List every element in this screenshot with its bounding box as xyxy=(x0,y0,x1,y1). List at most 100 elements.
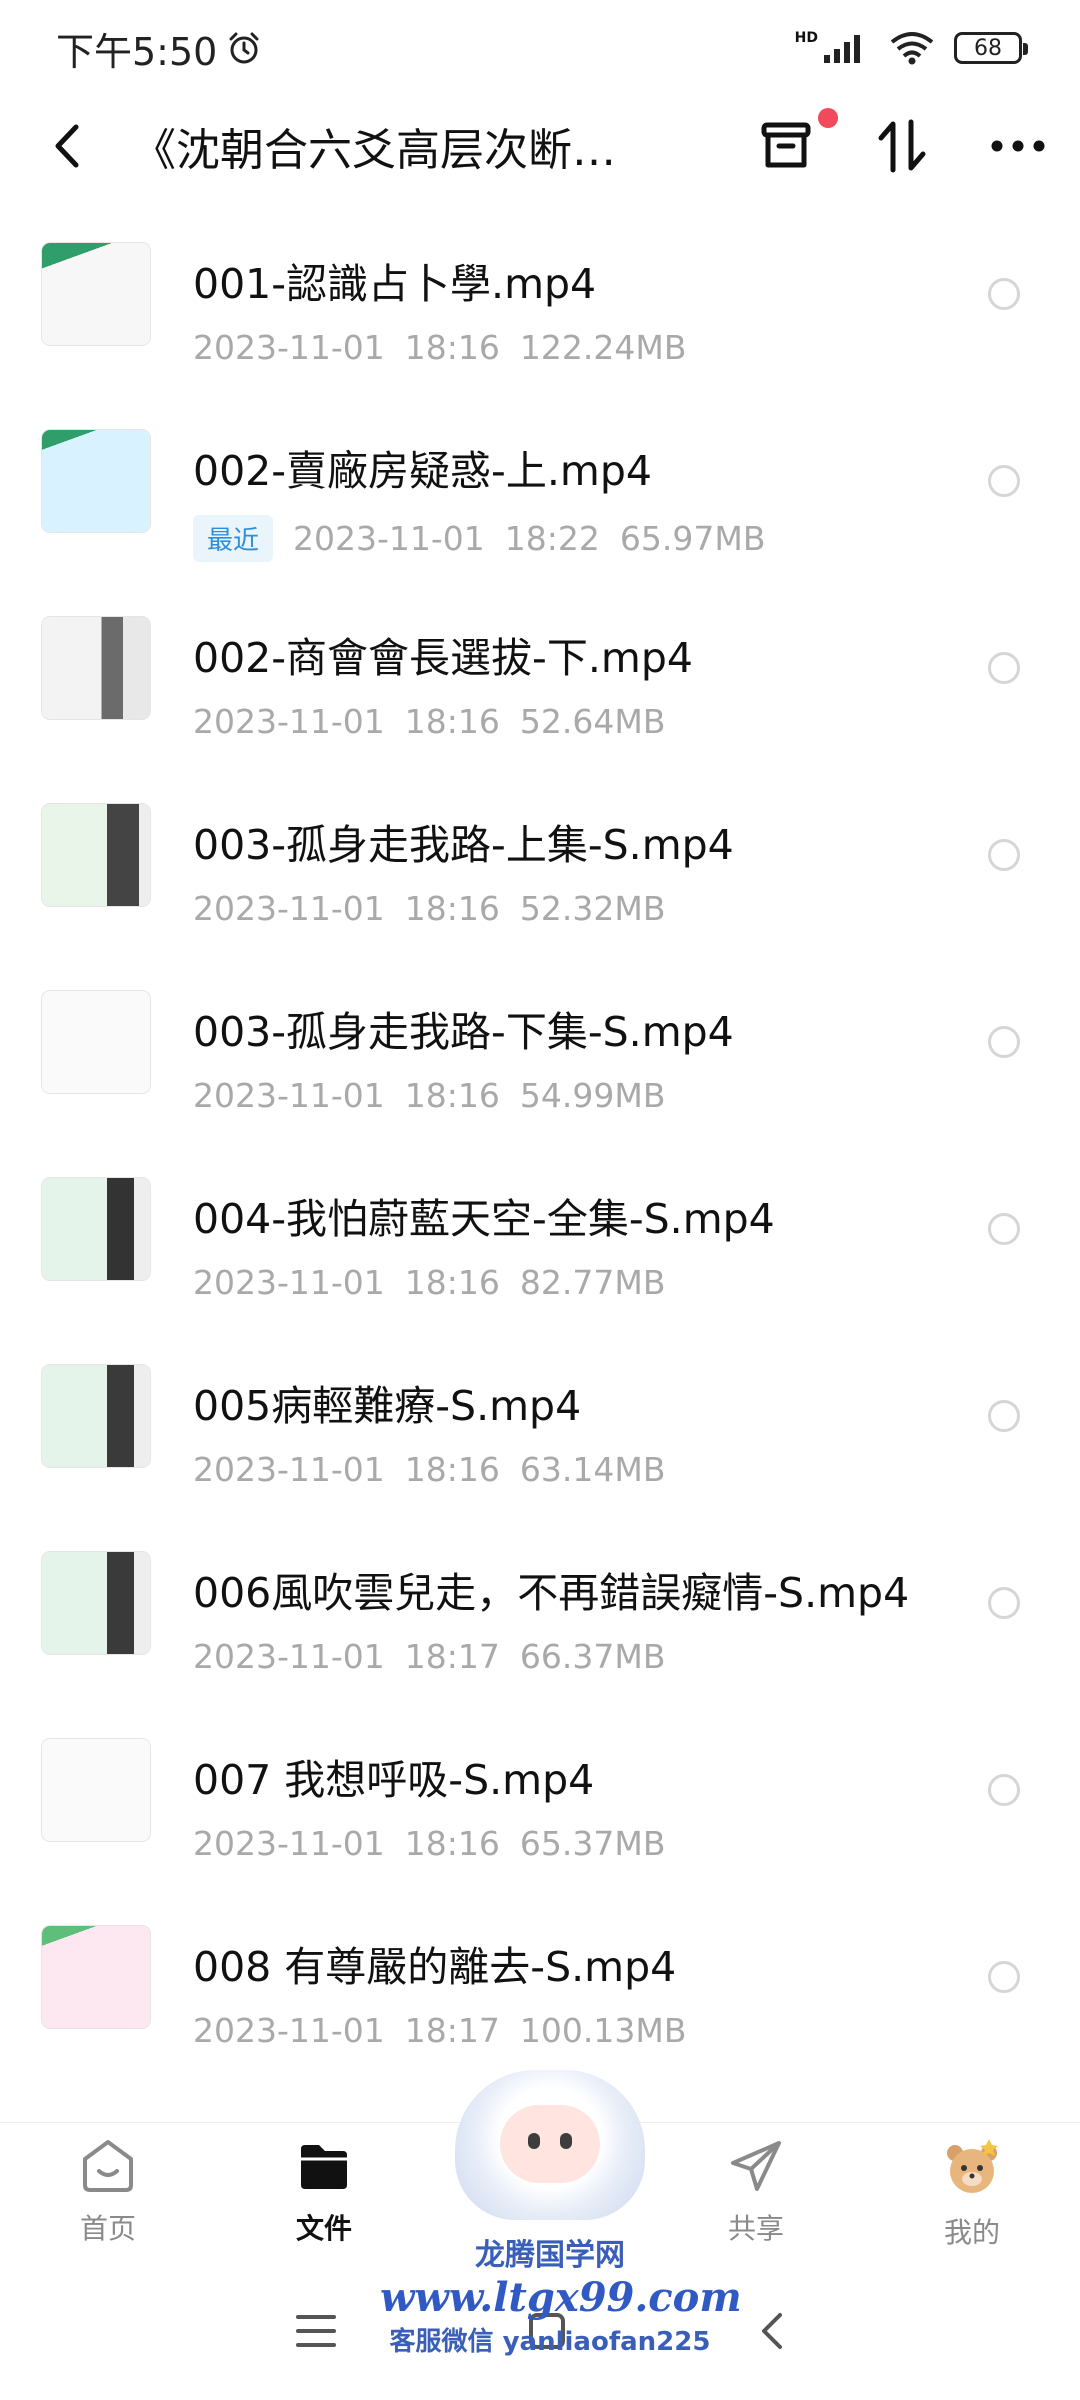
file-name: 002-商會會長選拔-下.mp4 xyxy=(193,634,693,682)
file-row[interactable]: 007 我想呼吸-S.mp4 2023-11-01 18:16 65.37MB xyxy=(0,1696,1080,1883)
file-date: 2023-11-01 xyxy=(193,328,385,367)
file-meta: 2023-11-01 18:16 122.24MB xyxy=(193,328,686,367)
select-radio[interactable] xyxy=(988,839,1020,871)
share-icon xyxy=(731,2141,781,2191)
file-time: 18:16 xyxy=(404,889,500,928)
video-thumbnail xyxy=(42,1551,150,1654)
top-actions xyxy=(754,96,1050,196)
file-info: 003-孤身走我路-上集-S.mp4 2023-11-01 18:16 52.32MB xyxy=(193,811,734,928)
select-radio[interactable] xyxy=(988,278,1020,310)
profile-bear-icon xyxy=(947,2139,998,2193)
video-thumbnail xyxy=(42,803,150,906)
file-row[interactable]: 005病輕難療-S.mp4 2023-11-01 18:16 63.14MB xyxy=(0,1322,1080,1509)
file-info: 006風吹雲兒走，不再錯誤癡情-S.mp4 2023-11-01 18:17 66.3… xyxy=(193,1559,909,1676)
nav-home[interactable]: 首页 xyxy=(28,2137,188,2247)
select-radio[interactable] xyxy=(988,1400,1020,1432)
video-thumbnail xyxy=(42,1177,150,1280)
video-thumbnail xyxy=(42,1925,150,2028)
file-row[interactable]: 004-我怕蔚藍天空-全集-S.mp4 2023-11-01 18:16 82.77M… xyxy=(0,1135,1080,1322)
select-radio[interactable] xyxy=(988,1026,1020,1058)
back-triangle-icon[interactable] xyxy=(756,2309,786,2353)
video-thumbnail xyxy=(42,990,150,1093)
signal-icon xyxy=(824,35,860,63)
select-radio[interactable] xyxy=(988,1587,1020,1619)
file-size: 100.13MB xyxy=(519,2011,687,2050)
file-info: 008 有尊嚴的離去-S.mp4 2023-11-01 18:17 100.13MB xyxy=(193,1933,686,2050)
select-radio[interactable] xyxy=(988,1961,1020,1993)
more-button[interactable] xyxy=(986,114,1050,178)
file-date: 2023-11-01 xyxy=(193,2011,385,2050)
file-date: 2023-11-01 xyxy=(193,1450,385,1489)
file-row[interactable]: 003-孤身走我路-上集-S.mp4 2023-11-01 18:16 52.32MB xyxy=(0,761,1080,948)
file-time: 18:16 xyxy=(404,1824,500,1863)
video-thumbnail xyxy=(42,616,150,719)
nav-home-label: 首页 xyxy=(79,2212,136,2245)
sort-button[interactable] xyxy=(870,114,934,178)
file-info: 003-孤身走我路-下集-S.mp4 2023-11-01 18:16 54.99MB xyxy=(193,998,734,1115)
select-radio[interactable] xyxy=(988,1213,1020,1245)
file-name: 005病輕難療-S.mp4 xyxy=(193,1382,582,1430)
file-size: 52.32MB xyxy=(519,889,666,928)
video-thumbnail xyxy=(42,1364,150,1467)
file-time: 18:16 xyxy=(404,1076,500,1115)
transfer-button[interactable] xyxy=(754,108,838,178)
file-meta: 2023-11-01 18:17 100.13MB xyxy=(193,2011,686,2050)
file-name: 008 有尊嚴的離去-S.mp4 xyxy=(193,1943,677,1991)
status-right: HD 68 xyxy=(794,30,1028,66)
file-meta: 2023-11-01 18:16 52.32MB xyxy=(193,889,734,928)
mascot-face xyxy=(500,2105,600,2183)
status-left: 下午5:50 xyxy=(56,21,261,76)
watermark-line1: 龙腾国学网 xyxy=(475,2238,625,2273)
file-info: 001-認識占卜學.mp4 2023-11-01 18:16 122.24MB xyxy=(193,250,686,367)
file-row[interactable]: 006風吹雲兒走，不再錯誤癡情-S.mp4 2023-11-01 18:17 66.3… xyxy=(0,1509,1080,1696)
select-radio[interactable] xyxy=(988,465,1020,497)
file-date: 2023-11-01 xyxy=(193,1263,385,1302)
nav-files-label: 文件 xyxy=(295,2212,352,2245)
file-date: 2023-11-01 xyxy=(193,1076,385,1115)
nav-share-label: 共享 xyxy=(727,2212,784,2245)
watermark-line3: 客服微信 yanliaofan225 xyxy=(389,2327,711,2357)
file-date: 2023-11-01 xyxy=(193,1637,385,1676)
file-row[interactable]: 001-認識占卜學.mp4 2023-11-01 18:16 122.24MB xyxy=(0,200,1080,387)
watermark: 龙腾国学网 www.ltgx99.com 客服微信 yanliaofan225 xyxy=(380,2070,742,2358)
menu-icon[interactable] xyxy=(294,2311,338,2351)
video-thumbnail xyxy=(42,242,150,345)
file-list: 001-認識占卜學.mp4 2023-11-01 18:16 122.24MB 002-… xyxy=(0,200,1080,2070)
select-radio[interactable] xyxy=(988,1774,1020,1806)
file-meta: 2023-11-01 18:16 65.37MB xyxy=(193,1824,665,1863)
file-size: 122.24MB xyxy=(519,328,687,367)
mascot-eye xyxy=(528,2133,540,2149)
file-date: 2023-11-01 xyxy=(193,1824,385,1863)
recent-badge: 最近 xyxy=(193,515,274,562)
page-title: 《沈朝合六爻高层次断… xyxy=(132,125,616,176)
more-dots-icon xyxy=(991,140,1045,152)
file-size: 63.14MB xyxy=(519,1450,666,1489)
transfer-box-icon xyxy=(761,122,811,168)
select-radio[interactable] xyxy=(988,652,1020,684)
file-name: 007 我想呼吸-S.mp4 xyxy=(193,1756,595,1804)
file-size: 54.99MB xyxy=(519,1076,666,1115)
file-date: 2023-11-01 xyxy=(193,889,385,928)
file-name: 006風吹雲兒走，不再錯誤癡情-S.mp4 xyxy=(193,1569,910,1617)
top-bar: 《沈朝合六爻高层次断… xyxy=(0,96,1080,196)
nav-profile-label: 我的 xyxy=(943,2216,1000,2249)
back-button[interactable] xyxy=(22,96,112,196)
file-row[interactable]: 002-賣廠房疑惑-上.mp4 最近 2023-11-01 18:22 65.97MB xyxy=(0,387,1080,574)
file-time: 18:17 xyxy=(404,1637,500,1676)
file-row[interactable]: 008 有尊嚴的離去-S.mp4 2023-11-01 18:17 100.13MB xyxy=(0,1883,1080,2070)
network-type: HD xyxy=(794,30,818,46)
nav-profile[interactable]: 我的 xyxy=(892,2137,1052,2251)
file-name: 001-認識占卜學.mp4 xyxy=(193,260,597,308)
wifi-icon xyxy=(890,32,934,65)
file-meta: 2023-11-01 18:17 66.37MB xyxy=(193,1637,909,1676)
file-row[interactable]: 003-孤身走我路-下集-S.mp4 2023-11-01 18:16 54.99MB xyxy=(0,948,1080,1135)
notification-dot xyxy=(818,108,838,128)
mascot-image xyxy=(455,2070,645,2220)
file-name: 004-我怕蔚藍天空-全集-S.mp4 xyxy=(193,1195,775,1243)
chevron-left-icon xyxy=(55,124,79,168)
file-meta: 2023-11-01 18:16 82.77MB xyxy=(193,1263,775,1302)
file-size: 65.37MB xyxy=(519,1824,666,1863)
file-row[interactable]: 002-商會會長選拔-下.mp4 2023-11-01 18:16 52.64MB xyxy=(0,574,1080,761)
file-meta: 2023-11-01 18:16 52.64MB xyxy=(193,702,693,741)
alarm-icon xyxy=(229,32,259,64)
